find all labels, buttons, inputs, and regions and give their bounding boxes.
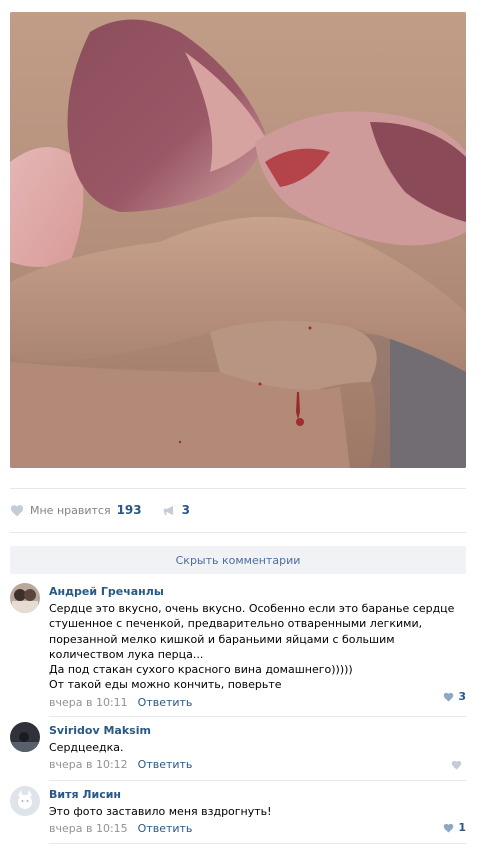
heart-icon — [451, 760, 462, 770]
megaphone-icon — [163, 505, 173, 515]
comment-body: Sviridov Maksim Сердцеедка. вчера в 10:1… — [49, 722, 466, 772]
comment-text: Это фото заставило меня вздрогнуть! — [49, 805, 272, 818]
avatar-image — [10, 786, 40, 816]
reply-button[interactable]: Ответить — [138, 822, 193, 835]
avatar-image — [10, 722, 40, 752]
comment-time[interactable]: вчера в 10:12 — [49, 758, 128, 771]
comment-like-button[interactable]: 1 — [443, 821, 466, 834]
comment-meta: вчера в 10:11 Ответить — [49, 696, 466, 709]
post-photo-image — [10, 12, 466, 468]
avatar[interactable] — [10, 722, 40, 752]
heart-icon — [444, 823, 454, 833]
comment-author[interactable]: Витя Лисин — [49, 788, 466, 802]
share-button[interactable]: 3 — [162, 503, 190, 517]
avatar[interactable] — [10, 786, 40, 816]
divider — [49, 843, 466, 844]
hide-comments-label: Скрыть комментарии — [175, 553, 301, 567]
comment-body: Витя Лисин Это фото заставило меня вздро… — [49, 786, 466, 836]
comment-meta: вчера в 10:12 Ответить — [49, 758, 466, 771]
divider — [49, 716, 466, 717]
comment-like-count: 1 — [458, 821, 466, 834]
comment-author[interactable]: Sviridov Maksim — [49, 724, 466, 738]
comment-like-button[interactable]: 3 — [443, 690, 466, 703]
hide-comments-button[interactable]: Скрыть комментарии — [10, 546, 466, 574]
divider — [49, 780, 466, 781]
reply-button[interactable]: Ответить — [138, 696, 193, 709]
comment-like-button[interactable] — [451, 760, 466, 770]
avatar[interactable] — [10, 583, 40, 613]
comment-text: Сердцеедка. — [49, 741, 124, 754]
post-photo[interactable] — [10, 12, 466, 468]
comment-text: Сердце это вкусно, очень вкусно. Особенн… — [49, 602, 455, 692]
divider — [10, 532, 466, 533]
share-count: 3 — [181, 503, 190, 517]
comment-like-count: 3 — [458, 690, 466, 703]
comment-time[interactable]: вчера в 10:15 — [49, 822, 128, 835]
comment-meta: вчера в 10:15 Ответить — [49, 822, 466, 835]
avatar-image — [10, 583, 40, 613]
comment-item: Андрей Гречанлы Сердце это вкусно, очень… — [10, 583, 466, 709]
comment-body: Андрей Гречанлы Сердце это вкусно, очень… — [49, 583, 466, 709]
like-count: 193 — [116, 503, 142, 517]
comment-author[interactable]: Андрей Гречанлы — [49, 585, 466, 599]
post-actions: Мне нравится 193 3 — [10, 500, 190, 520]
heart-icon — [10, 504, 24, 516]
divider — [10, 488, 466, 489]
comment-item: Витя Лисин Это фото заставило меня вздро… — [10, 786, 466, 836]
reply-button[interactable]: Ответить — [138, 758, 193, 771]
comment-item: Sviridov Maksim Сердцеедка. вчера в 10:1… — [10, 722, 466, 772]
like-button[interactable]: Мне нравится 193 — [10, 503, 142, 517]
comment-time[interactable]: вчера в 10:11 — [49, 696, 128, 709]
heart-icon — [444, 692, 454, 702]
like-label: Мне нравится — [30, 503, 111, 517]
